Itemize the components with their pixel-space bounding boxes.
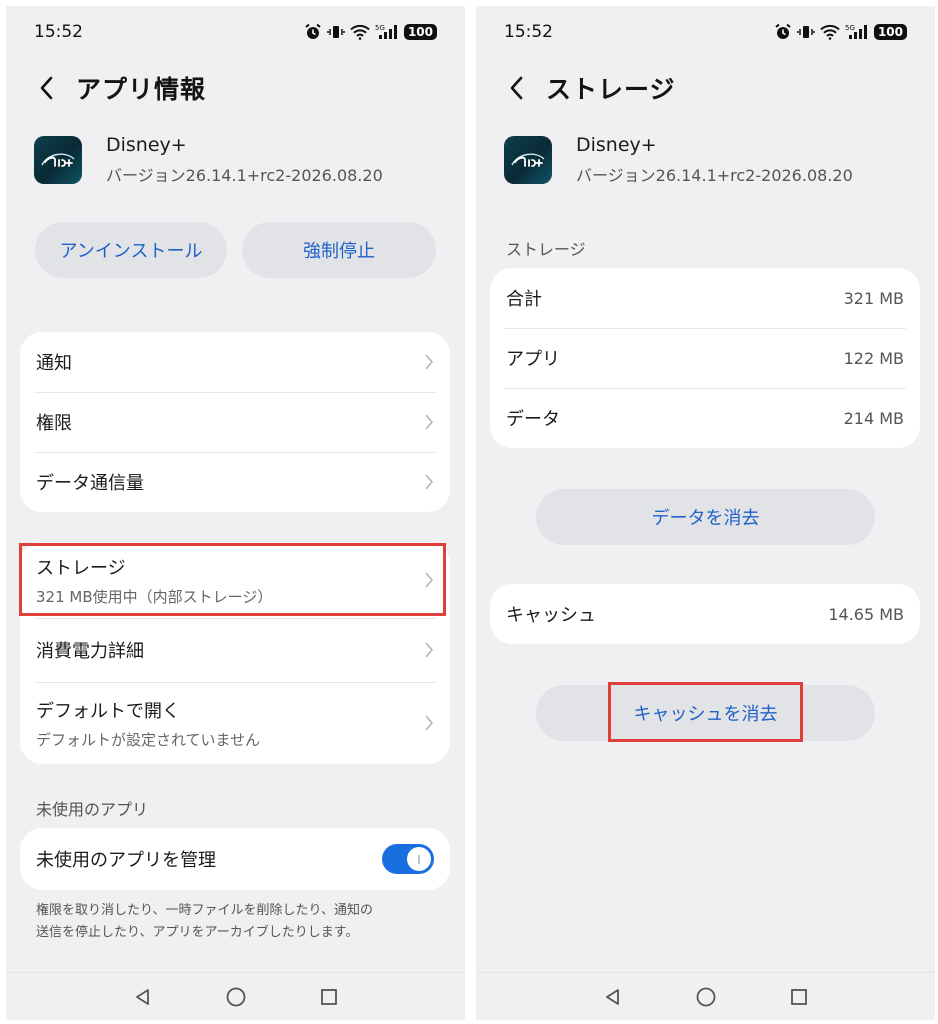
settings-card-unused: 未使用のアプリを管理 <box>20 828 450 890</box>
menu-item-data-usage[interactable]: データ通信量 <box>20 452 450 512</box>
menu-item-open-by-default[interactable]: デフォルトで開く デフォルトが設定されていません <box>20 682 450 764</box>
open-by-default-label: デフォルトで開く <box>36 700 180 722</box>
alarm-icon <box>775 23 791 39</box>
wifi-icon <box>820 24 840 40</box>
left-screen-app-info: 15:52 5G 100 アプリ情報 Disney+ バージョン26.14.1+… <box>6 6 465 1020</box>
storage-app-row: アプリ 122 MB <box>490 328 920 388</box>
manage-unused-apps-row: 未使用のアプリを管理 <box>20 828 450 890</box>
cache-label: キャッシュ <box>506 605 596 626</box>
app-name: Disney+ <box>106 134 187 156</box>
menu-item-notifications[interactable]: 通知 <box>20 332 450 392</box>
storage-total-label: 合計 <box>506 289 542 310</box>
clear-data-label: データを消去 <box>651 508 760 529</box>
status-time: 15:52 <box>504 22 553 42</box>
clear-data-button[interactable]: データを消去 <box>536 489 875 545</box>
app-summary: Disney+ バージョン26.14.1+rc2-2026.08.20 <box>34 134 383 186</box>
cache-value: 14.65 MB <box>828 604 904 624</box>
app-info-header: アプリ情報 <box>34 68 206 108</box>
svg-text:5G: 5G <box>375 24 385 32</box>
open-by-default-sub: デフォルトが設定されていません <box>36 730 261 749</box>
unused-apps-footnote: 権限を取り消したり、一時ファイルを削除したり、通知の 送信を停止したり、アプリを… <box>36 900 373 944</box>
wifi-icon <box>350 24 370 40</box>
storage-data-value: 214 MB <box>843 408 904 428</box>
signal-5g-icon: 5G <box>375 24 397 39</box>
nav-recents-icon[interactable] <box>319 987 339 1007</box>
uninstall-label: アンインストール <box>59 241 203 262</box>
cache-row: キャッシュ 14.65 MB <box>490 584 920 644</box>
cache-card: キャッシュ 14.65 MB <box>490 584 920 644</box>
system-nav-bar <box>6 972 465 1020</box>
nav-home-icon[interactable] <box>225 986 247 1008</box>
menu-item-power-details[interactable]: 消費電力詳細 <box>20 618 450 682</box>
battery-indicator: 100 <box>403 24 437 40</box>
storage-app-label: アプリ <box>506 349 560 370</box>
settings-card-general: 通知 権限 データ通信量 <box>20 332 450 512</box>
manage-unused-apps-label: 未使用のアプリを管理 <box>36 850 216 871</box>
vibrate-icon <box>327 26 345 38</box>
nav-back-icon[interactable] <box>133 987 153 1007</box>
system-nav-bar <box>476 972 935 1020</box>
app-version: バージョン26.14.1+rc2-2026.08.20 <box>576 166 853 185</box>
unused-apps-section-label: 未使用のアプリ <box>36 800 149 819</box>
force-stop-label: 強制停止 <box>303 241 375 262</box>
force-stop-button[interactable]: 強制停止 <box>242 222 436 278</box>
storage-total-value: 321 MB <box>843 288 904 308</box>
right-screen-storage: 15:52 5G 100 ストレージ Disney+ バージョン26.14.1+… <box>476 6 935 1020</box>
power-details-label: 消費電力詳細 <box>36 641 144 662</box>
alarm-icon <box>305 23 321 39</box>
nav-home-icon[interactable] <box>695 986 717 1008</box>
status-time: 15:52 <box>34 22 83 42</box>
nav-recents-icon[interactable] <box>789 987 809 1007</box>
app-version: バージョン26.14.1+rc2-2026.08.20 <box>106 166 383 185</box>
chevron-right-icon <box>425 414 434 430</box>
storage-section-label: ストレージ <box>506 240 586 259</box>
menu-item-label: データ通信量 <box>36 473 144 494</box>
chevron-right-icon <box>425 474 434 490</box>
app-name: Disney+ <box>576 134 657 156</box>
signal-5g-icon: 5G <box>845 24 867 39</box>
app-summary: Disney+ バージョン26.14.1+rc2-2026.08.20 <box>504 134 853 186</box>
back-button[interactable] <box>504 73 528 103</box>
storage-highlight-box <box>19 543 446 616</box>
disney-plus-app-icon <box>504 136 552 184</box>
status-icons: 5G 100 <box>774 23 907 41</box>
status-icons: 5G 100 <box>304 23 437 41</box>
storage-data-label: データ <box>506 409 560 430</box>
disney-plus-logo-icon <box>41 153 75 167</box>
storage-breakdown-card: 合計 321 MB アプリ 122 MB データ 214 MB <box>490 268 920 448</box>
manage-unused-apps-toggle[interactable] <box>382 844 434 874</box>
storage-header: ストレージ <box>504 68 676 108</box>
chevron-right-icon <box>425 354 434 370</box>
svg-text:5G: 5G <box>845 24 855 32</box>
toggle-knob <box>407 847 431 871</box>
footnote-line-1: 権限を取り消したり、一時ファイルを削除したり、通知の <box>36 903 373 918</box>
clear-cache-highlight-box <box>608 682 803 742</box>
disney-plus-logo-icon <box>511 153 545 167</box>
chevron-right-icon <box>425 715 434 731</box>
disney-plus-app-icon <box>34 136 82 184</box>
nav-back-icon[interactable] <box>603 987 623 1007</box>
page-title: ストレージ <box>546 75 676 104</box>
storage-total-row: 合計 321 MB <box>490 268 920 328</box>
storage-app-value: 122 MB <box>843 348 904 368</box>
vibrate-icon <box>797 26 815 38</box>
battery-indicator: 100 <box>873 24 907 40</box>
menu-item-label: 通知 <box>36 353 72 374</box>
chevron-right-icon <box>425 642 434 658</box>
page-title: アプリ情報 <box>76 75 207 104</box>
footnote-line-2: 送信を停止したり、アプリをアーカイブしたりします。 <box>36 925 359 940</box>
storage-data-row: データ 214 MB <box>490 388 920 448</box>
status-bar: 15:52 5G 100 <box>34 20 437 44</box>
menu-item-label: 権限 <box>36 413 72 434</box>
status-bar: 15:52 5G 100 <box>504 20 907 44</box>
back-arrow-icon <box>40 76 53 100</box>
uninstall-button[interactable]: アンインストール <box>35 222 227 278</box>
back-arrow-icon <box>510 76 523 100</box>
back-button[interactable] <box>34 73 58 103</box>
menu-item-permissions[interactable]: 権限 <box>20 392 450 452</box>
